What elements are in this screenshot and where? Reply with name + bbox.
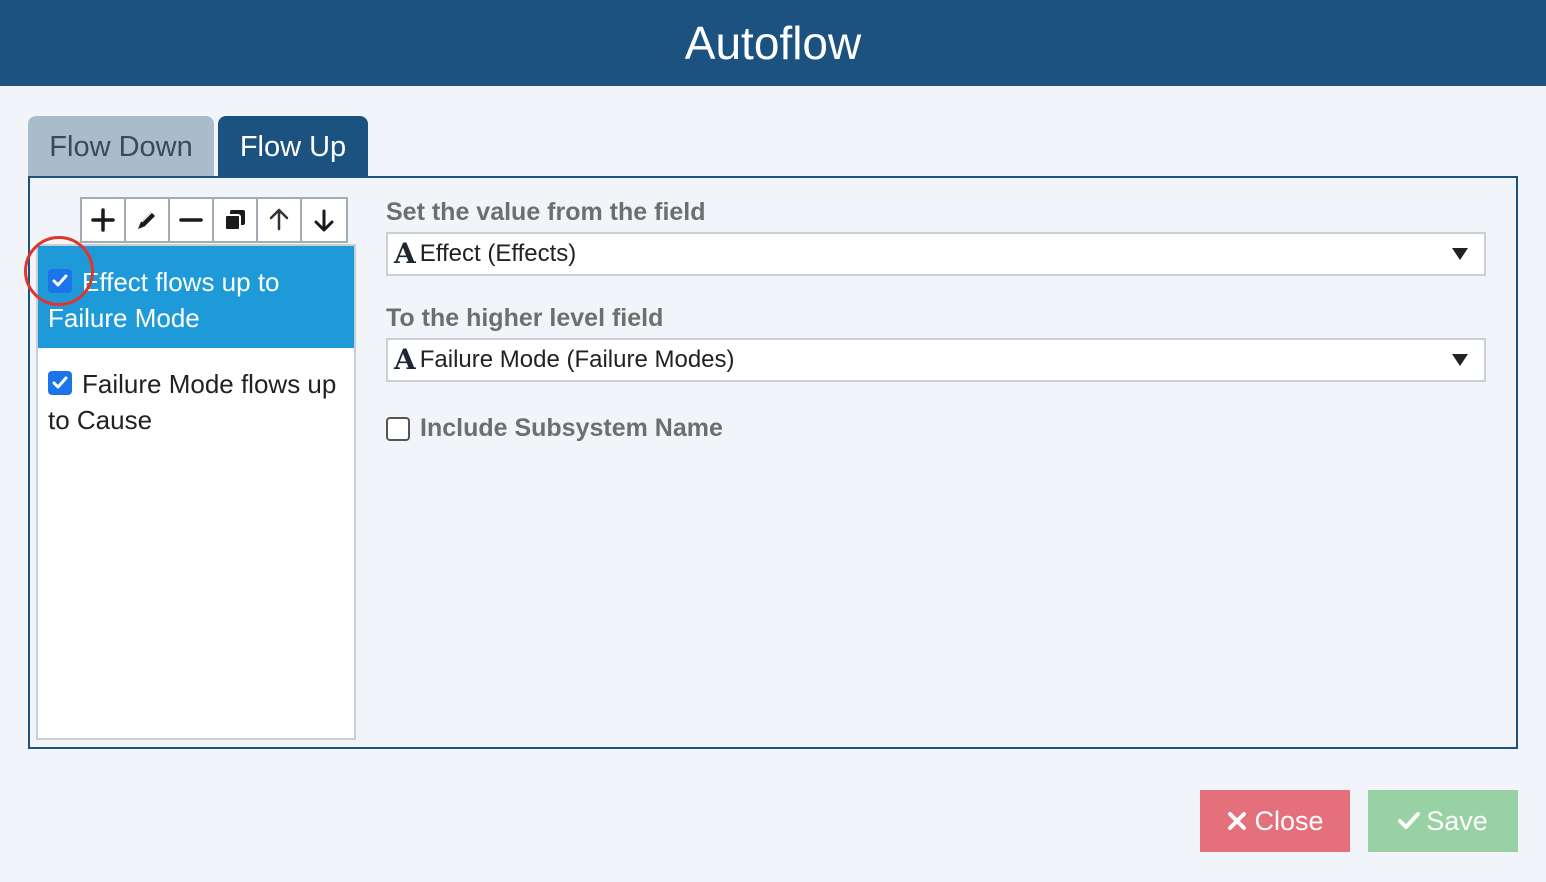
pencil-icon (138, 211, 155, 229)
list-item[interactable]: Failure Mode flows up to Cause (38, 348, 354, 448)
rules-list: Effect flows up to Failure Mode Failure … (36, 244, 356, 740)
tab-flow-down[interactable]: Flow Down (28, 116, 214, 178)
checkmark-icon (52, 376, 68, 389)
target-field-label: To the higher level field (386, 304, 664, 332)
caret-down-icon (1452, 354, 1468, 366)
list-item[interactable]: Effect flows up to Failure Mode (38, 246, 354, 348)
save-button-label: Save (1426, 805, 1488, 836)
edit-rule-button[interactable] (126, 199, 170, 241)
check-icon (1398, 812, 1421, 829)
tab-label: Flow Down (49, 130, 193, 163)
minus-icon (179, 218, 203, 222)
source-field-value: Effect (Effects) (419, 240, 577, 267)
move-down-button[interactable] (302, 199, 346, 241)
dialog-title: Autoflow (684, 17, 862, 69)
source-field-label: Set the value from the field (386, 198, 706, 226)
source-field-select[interactable]: A Effect (Effects) (386, 232, 1486, 276)
save-button[interactable]: Save (1368, 790, 1518, 852)
arrow-up-icon (269, 208, 289, 231)
include-subsystem-label: Include Subsystem Name (420, 414, 723, 442)
arrow-down-icon (314, 209, 334, 232)
close-button[interactable]: Close (1200, 790, 1350, 852)
include-subsystem-option[interactable]: Include Subsystem Name (386, 414, 723, 443)
remove-rule-button[interactable] (170, 199, 214, 241)
rules-toolbar (80, 197, 348, 243)
tab-flow-up[interactable]: Flow Up (218, 116, 368, 178)
add-rule-button[interactable] (82, 199, 126, 241)
rule-checkbox[interactable] (48, 371, 72, 395)
rule-label: Effect flows up to Failure Mode (48, 267, 280, 333)
dialog-header: Autoflow (0, 0, 1546, 86)
copy-rule-button[interactable] (214, 199, 258, 241)
target-field-select[interactable]: A Failure Mode (Failure Modes) (386, 338, 1486, 382)
include-subsystem-checkbox[interactable] (386, 416, 410, 441)
move-up-button[interactable] (258, 199, 302, 241)
close-icon (1228, 812, 1247, 830)
text-field-icon: A (394, 237, 416, 270)
copy-icon (224, 210, 245, 231)
rule-checkbox[interactable] (48, 269, 72, 293)
plus-icon (91, 208, 115, 232)
checkmark-icon (52, 274, 68, 287)
rule-label: Failure Mode flows up to Cause (48, 369, 337, 435)
caret-down-icon (1452, 248, 1468, 260)
close-button-label: Close (1254, 805, 1324, 836)
target-field-value: Failure Mode (Failure Modes) (419, 346, 735, 373)
tab-label: Flow Up (239, 130, 347, 163)
text-field-icon: A (394, 343, 416, 376)
